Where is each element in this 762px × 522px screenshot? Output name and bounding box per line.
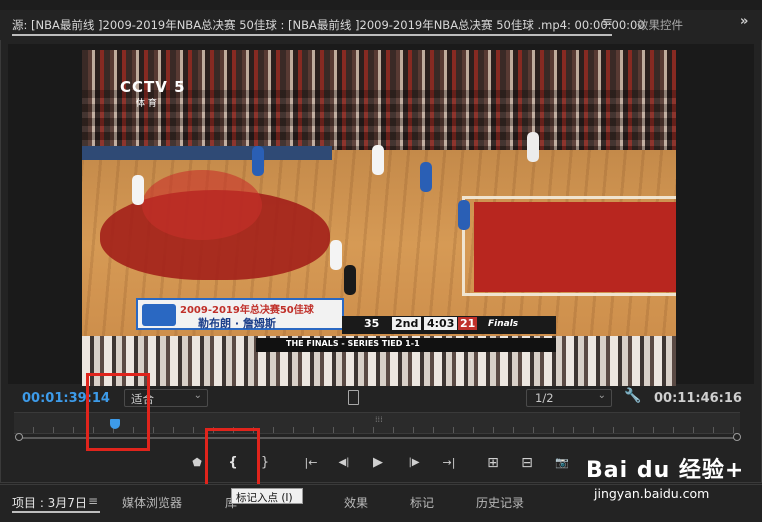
scoreboard-strip: 35 2nd 4:03 21 Finals	[342, 316, 556, 334]
baidu-jingyan-url: jingyan.baidu.com	[594, 486, 710, 501]
add-marker-button[interactable]: ⬟	[188, 455, 206, 471]
series-banner-text: THE FINALS - SERIES TIED 1-1	[286, 339, 420, 348]
playback-resolution-select[interactable]: 1/2 ⌄	[526, 389, 612, 407]
panel-menu-icon[interactable]: ≡	[602, 15, 613, 30]
court-paint-border	[462, 196, 676, 296]
active-tab-underline	[12, 34, 612, 36]
baidu-jingyan-logo: Bai du 经验+	[586, 458, 745, 483]
highlight-box-mark-in	[205, 428, 260, 488]
go-to-out-button[interactable]: →|	[440, 455, 458, 471]
scorebug-player-name: 勒布朗 · 詹姆斯	[198, 317, 276, 330]
active-tab-underline	[12, 511, 100, 513]
player-figure	[330, 240, 342, 270]
game-clock: 4:03	[424, 317, 458, 330]
cctv-logo: CCTV 5	[120, 78, 186, 96]
quarter: 2nd	[392, 317, 422, 330]
scorebug: 2009-2019年总决赛50佳球 勒布朗 · 詹姆斯 35 2nd 4:03 …	[136, 298, 556, 352]
highlight-box-playhead	[86, 373, 150, 451]
wrench-icon[interactable]: 🔧	[624, 388, 641, 404]
mark-in-tooltip: 标记入点 (I)	[231, 488, 303, 504]
ad-board	[82, 146, 332, 160]
cctv-sub-logo: 体 育	[136, 99, 157, 109]
tab-media-browser[interactable]: 媒体浏览器	[122, 494, 182, 511]
nba-frontline-logo	[142, 304, 176, 326]
chevron-down-icon: ⌄	[193, 390, 202, 401]
duration-timecode: 00:11:46:16	[654, 391, 742, 406]
go-to-in-button[interactable]: |←	[302, 455, 320, 471]
heat-court-logo-inner	[142, 170, 262, 240]
video-frame: CCTV 5 体 育 2009-2019年总决赛50佳球 勒布朗 · 詹姆斯 3…	[82, 50, 676, 386]
panel-tab-bar: 源: [NBA最前线 ]2009-2019年NBA总决赛 50佳球 : [NBA…	[0, 10, 762, 40]
window-top-strip	[0, 0, 762, 10]
play-button[interactable]: ▶	[369, 455, 387, 471]
scorebug-title-box: 2009-2019年总决赛50佳球 勒布朗 · 詹姆斯	[136, 298, 344, 330]
shot-clock: 21	[458, 317, 478, 330]
zoom-handle-right[interactable]	[733, 433, 741, 441]
tab-source[interactable]: 源: [NBA最前线 ]2009-2019年NBA总决赛 50佳球 : [NBA…	[12, 17, 645, 33]
tab-project[interactable]: 项目 : 3月7日	[12, 494, 87, 511]
referee-figure	[527, 132, 539, 162]
player-figure	[132, 175, 144, 205]
player-figure	[420, 162, 432, 192]
step-forward-button[interactable]: |▶	[405, 455, 423, 471]
tab-effect-controls[interactable]: 效果控件	[637, 17, 683, 33]
panel-menu-icon[interactable]: ≡	[88, 494, 98, 508]
overflow-icon[interactable]: »	[740, 14, 748, 29]
step-back-button[interactable]: ◀|	[335, 455, 353, 471]
tab-markers[interactable]: 标记	[410, 494, 434, 511]
tooltip-text: 标记入点 (I)	[236, 492, 293, 504]
overwrite-button[interactable]: ⊟	[518, 455, 536, 471]
zoom-handle-left[interactable]	[15, 433, 23, 441]
player-figure	[344, 265, 356, 295]
player-figure	[252, 146, 264, 176]
ruler-center-mark: ⁞⁞⁞	[375, 415, 383, 424]
player-figure	[372, 145, 384, 175]
export-frame-button[interactable]: 📷	[553, 455, 571, 471]
series-banner: THE FINALS - SERIES TIED 1-1	[256, 338, 556, 352]
finals-logo: Finals	[488, 319, 519, 329]
insert-button[interactable]: ⊞	[484, 455, 502, 471]
playback-resolution-value: 1/2	[535, 391, 554, 405]
scorebug-title: 2009-2019年总决赛50佳球	[180, 305, 314, 316]
player-figure	[458, 200, 470, 230]
drag-video-only-icon[interactable]	[348, 390, 359, 405]
score-home: 35	[364, 317, 380, 330]
chevron-down-icon: ⌄	[597, 390, 606, 401]
tab-history[interactable]: 历史记录	[476, 494, 524, 511]
tab-effects[interactable]: 效果	[344, 494, 368, 511]
